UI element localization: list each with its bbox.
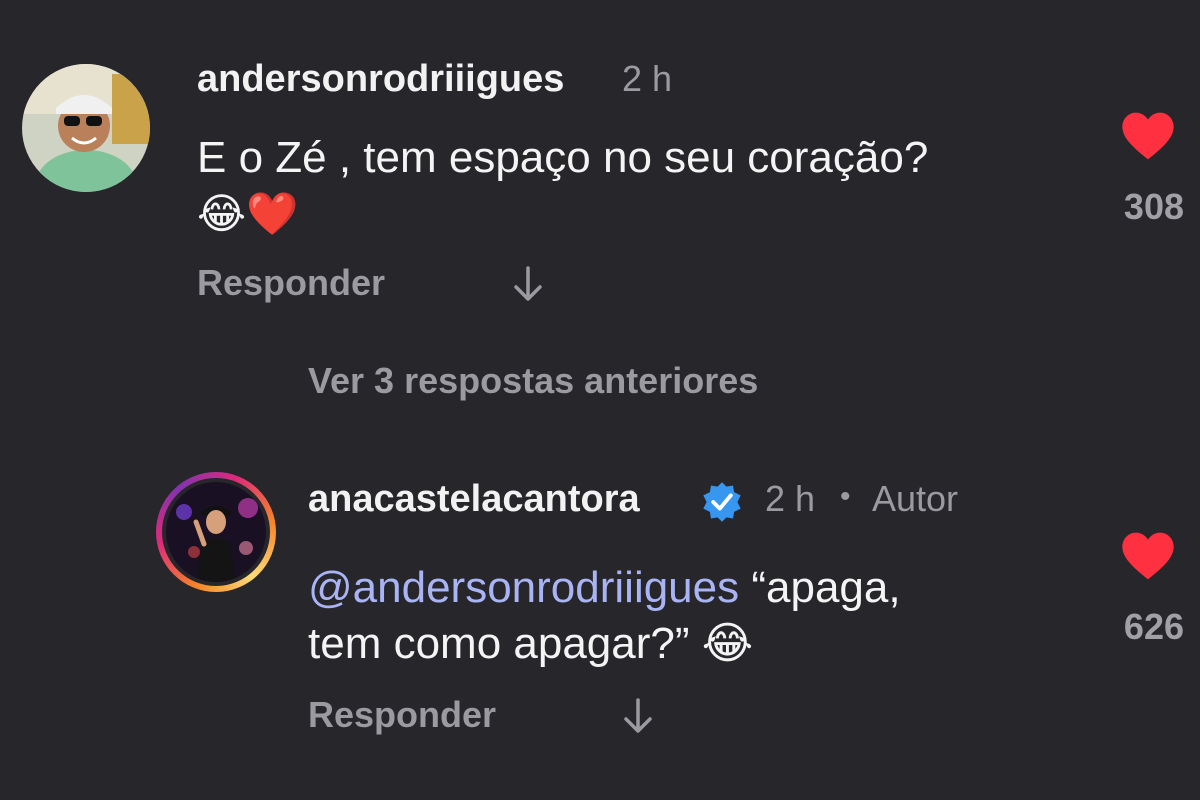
comment1-reply-button[interactable]: Responder: [197, 262, 385, 304]
comment1-arrow-down-icon[interactable]: [510, 262, 546, 306]
profile-photo: [166, 482, 266, 582]
comment2-separator: •: [840, 480, 851, 513]
comment2-username[interactable]: anacastelacantora: [308, 478, 640, 521]
comment1-text: E o Zé , tem espaço no seu coração? 😂❤️: [197, 130, 1077, 242]
comment1-username[interactable]: andersonrodriiigues: [197, 58, 564, 101]
comment2-reply-button[interactable]: Responder: [308, 694, 496, 736]
verified-badge-icon: [700, 480, 744, 524]
profile-photo: [22, 64, 150, 192]
comment2-text-line1: “apaga,: [739, 563, 901, 612]
avatar-anacastelacantora[interactable]: [156, 472, 276, 592]
comment2-like-count: 626: [1123, 606, 1184, 647]
author-badge: Autor: [872, 478, 959, 519]
comment1-timestamp: 2 h: [622, 58, 673, 99]
comment2-timestamp: 2 h: [765, 478, 816, 519]
comment1-like-heart-icon[interactable]: [1120, 110, 1176, 162]
comment2-mention-link[interactable]: @andersonrodriiigues: [308, 563, 739, 612]
view-previous-replies-link[interactable]: Ver 3 respostas anteriores: [308, 360, 758, 402]
comment2-text: @andersonrodriiigues “apaga, tem como ap…: [308, 560, 1088, 672]
comment2-text-line2: tem como apagar?” 😂: [308, 619, 754, 668]
comment1-emojis: 😂❤️: [197, 190, 299, 237]
avatar-andersonrodriiigues[interactable]: [22, 64, 150, 192]
comment2-like-heart-icon[interactable]: [1120, 530, 1176, 582]
comment1-text-body: E o Zé , tem espaço no seu coração?: [197, 133, 929, 182]
comment1-like-count: 308: [1123, 186, 1184, 227]
comment2-arrow-down-icon[interactable]: [620, 694, 656, 738]
